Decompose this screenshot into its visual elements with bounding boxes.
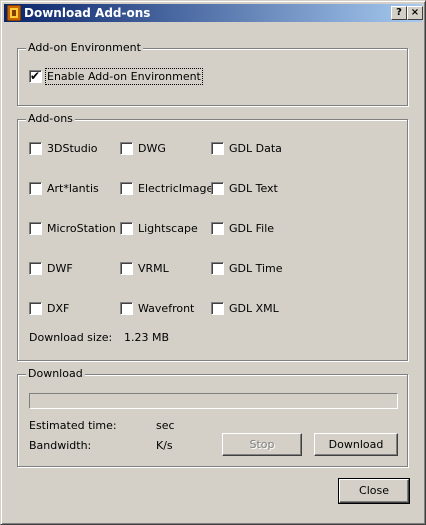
window-close-button[interactable]: × bbox=[407, 6, 423, 20]
bandwidth-unit: K/s bbox=[156, 439, 173, 452]
stop-button[interactable]: Stop bbox=[222, 433, 302, 456]
addon-microstation-label[interactable]: MicroStation bbox=[47, 222, 116, 235]
addon-3dstudio-label[interactable]: 3DStudio bbox=[47, 142, 98, 155]
download-addons-dialog: Download Add-ons ? × Add-on Environment … bbox=[0, 0, 426, 525]
download-button[interactable]: Download bbox=[314, 433, 398, 456]
addons-legend: Add-ons bbox=[26, 112, 75, 126]
checkmark-icon: ✔ bbox=[30, 69, 41, 83]
addon-environment-legend: Add-on Environment bbox=[26, 41, 143, 55]
addon-artlantis-label[interactable]: Art*lantis bbox=[47, 182, 99, 195]
addon-dwg-label[interactable]: DWG bbox=[138, 142, 166, 155]
estimated-time-label: Estimated time: bbox=[29, 419, 117, 432]
window-title: Download Add-ons bbox=[24, 6, 151, 20]
addon-electricimage-label[interactable]: ElectricImage bbox=[138, 182, 213, 195]
addon-lightscape-checkbox[interactable] bbox=[120, 222, 133, 235]
addon-3dstudio-checkbox[interactable] bbox=[29, 142, 42, 155]
addon-dwg-checkbox[interactable] bbox=[120, 142, 133, 155]
addon-microstation-checkbox[interactable] bbox=[29, 222, 42, 235]
addon-gdl-file-label[interactable]: GDL File bbox=[229, 222, 274, 235]
bandwidth-label: Bandwidth: bbox=[29, 439, 92, 452]
estimated-time-unit: sec bbox=[156, 419, 175, 432]
addon-vrml-checkbox[interactable] bbox=[120, 262, 133, 275]
addon-gdl-data-checkbox[interactable] bbox=[211, 142, 224, 155]
enable-addon-environment-label[interactable]: Enable Add-on Environment bbox=[45, 68, 203, 85]
download-legend: Download bbox=[26, 367, 85, 381]
addon-vrml-label[interactable]: VRML bbox=[138, 262, 169, 275]
addon-lightscape-label[interactable]: Lightscape bbox=[138, 222, 198, 235]
addon-environment-group: Add-on Environment ✔ Enable Add-on Envir… bbox=[17, 41, 408, 106]
download-size-value: 1.23 MB bbox=[124, 331, 170, 344]
addon-dxf-label[interactable]: DXF bbox=[47, 302, 69, 315]
close-button[interactable]: Close bbox=[338, 478, 410, 504]
addon-gdl-time-label[interactable]: GDL Time bbox=[229, 262, 283, 275]
addon-wavefront-checkbox[interactable] bbox=[120, 302, 133, 315]
addon-dwf-checkbox[interactable] bbox=[29, 262, 42, 275]
addon-gdl-xml-label[interactable]: GDL XML bbox=[229, 302, 279, 315]
addon-gdl-time-checkbox[interactable] bbox=[211, 262, 224, 275]
addons-group: Add-ons 3DStudio Art*lantis MicroStation… bbox=[17, 112, 408, 361]
app-icon bbox=[7, 5, 21, 21]
addon-dwf-label[interactable]: DWF bbox=[47, 262, 73, 275]
addon-gdl-xml-checkbox[interactable] bbox=[211, 302, 224, 315]
addon-gdl-text-checkbox[interactable] bbox=[211, 182, 224, 195]
addon-artlantis-checkbox[interactable] bbox=[29, 182, 42, 195]
title-bar[interactable]: Download Add-ons ? × bbox=[4, 4, 423, 22]
addon-wavefront-label[interactable]: Wavefront bbox=[138, 302, 194, 315]
addon-dxf-checkbox[interactable] bbox=[29, 302, 42, 315]
addon-gdl-text-label[interactable]: GDL Text bbox=[229, 182, 278, 195]
addon-electricimage-checkbox[interactable] bbox=[120, 182, 133, 195]
download-group: Download Estimated time: sec Bandwidth: … bbox=[17, 367, 408, 467]
addon-gdl-file-checkbox[interactable] bbox=[211, 222, 224, 235]
help-button[interactable]: ? bbox=[391, 6, 407, 20]
enable-addon-environment-checkbox[interactable]: ✔ bbox=[29, 69, 42, 83]
download-progress-bar bbox=[29, 393, 398, 409]
download-size-label: Download size: bbox=[29, 331, 113, 344]
addon-gdl-data-label[interactable]: GDL Data bbox=[229, 142, 282, 155]
